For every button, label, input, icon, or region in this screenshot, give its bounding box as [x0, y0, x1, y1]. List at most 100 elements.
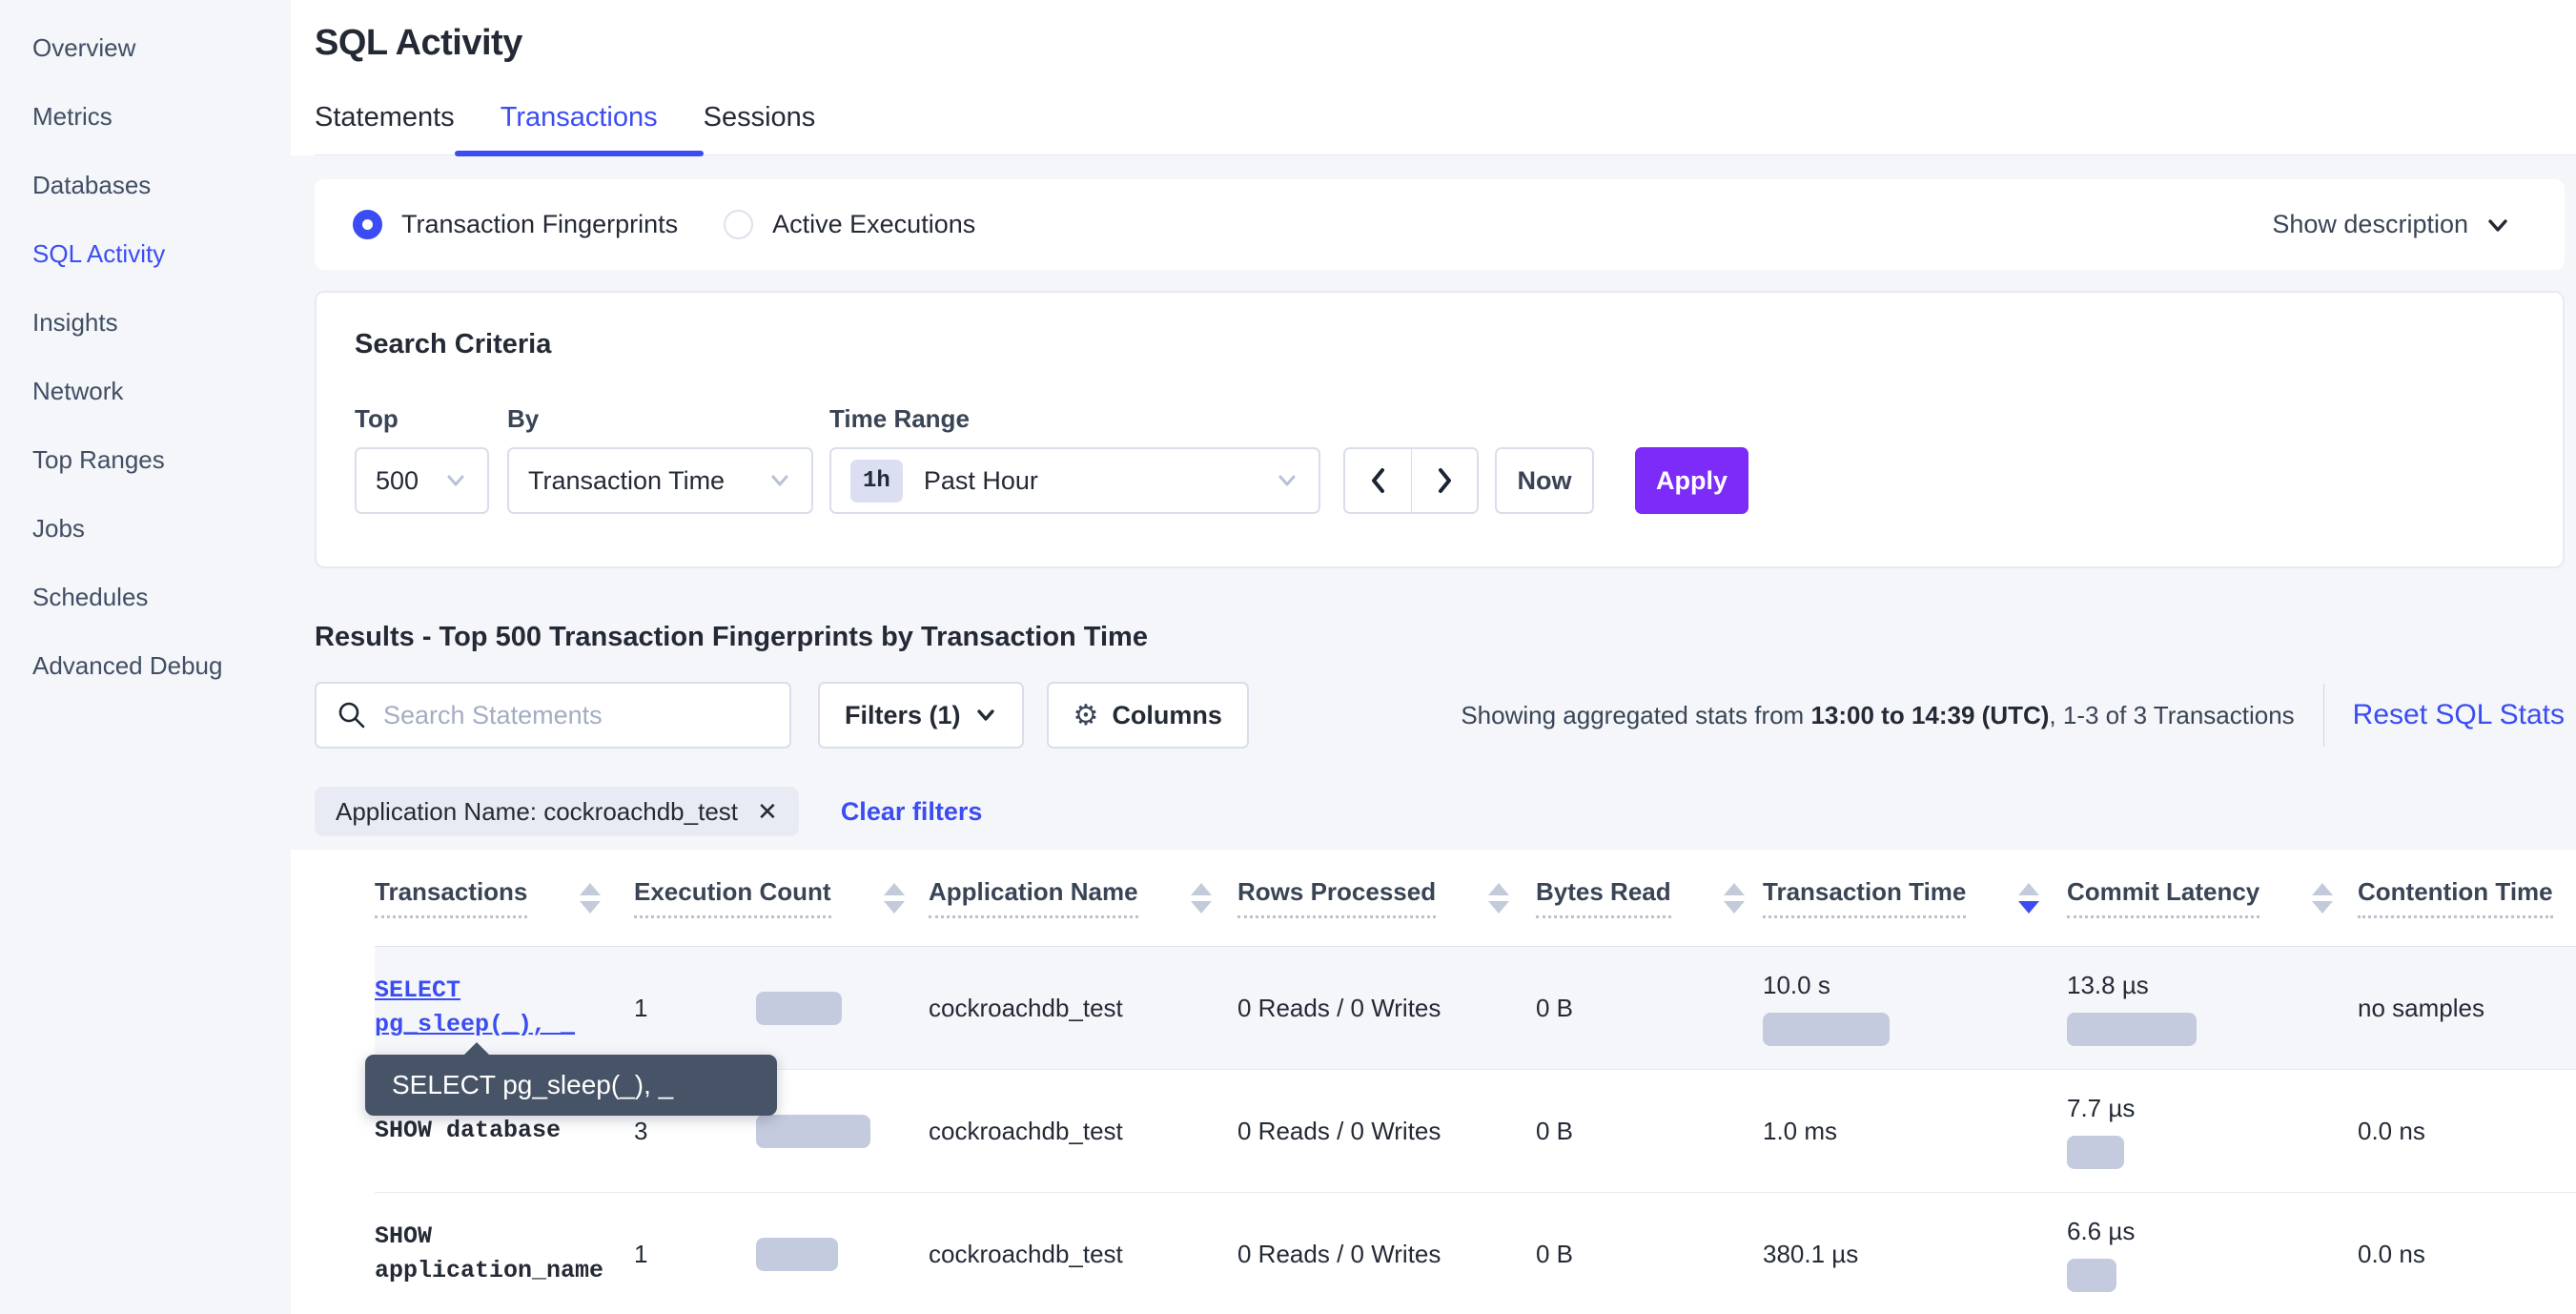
chevron-down-icon: [1275, 471, 1299, 490]
column-header-transaction-time[interactable]: Transaction Time: [1763, 877, 2067, 918]
application-name-cell: cockroachdb_test: [929, 1240, 1237, 1269]
sidebar-item-jobs[interactable]: Jobs: [0, 494, 291, 563]
column-label: Transactions: [375, 877, 527, 918]
tab-statements[interactable]: Statements: [315, 102, 478, 154]
clear-filters-link[interactable]: Clear filters: [841, 797, 983, 827]
column-label: Execution Count: [634, 877, 831, 918]
sidebar-item-advanced-debug[interactable]: Advanced Debug: [0, 631, 291, 700]
top-field: Top 500: [355, 404, 489, 514]
sidebar-item-insights[interactable]: Insights: [0, 288, 291, 357]
column-header-transactions[interactable]: Transactions: [375, 877, 634, 918]
radio-selected-icon[interactable]: [353, 210, 382, 239]
tab-transactions[interactable]: Transactions: [478, 102, 681, 154]
execution-count-bar: [756, 1115, 870, 1148]
transaction-text-line: SELECT: [375, 974, 575, 1008]
sidebar-item-schedules[interactable]: Schedules: [0, 563, 291, 631]
radio-unselected-icon[interactable]: [724, 210, 753, 239]
column-header-rows-processed[interactable]: Rows Processed: [1237, 877, 1536, 918]
previous-range-button[interactable]: [1345, 449, 1411, 512]
transaction-cell[interactable]: SHOW application_name: [375, 1220, 634, 1288]
time-range-label: Time Range: [829, 404, 1320, 434]
sidebar-item-overview[interactable]: Overview: [0, 13, 291, 82]
sort-icon[interactable]: [2312, 883, 2333, 914]
commit-latency-cell: 13.8 µs: [2067, 971, 2358, 1046]
bytes-read-cell: 0 B: [1536, 1240, 1763, 1269]
bytes-read-cell: 0 B: [1536, 1117, 1763, 1146]
transaction-time-cell: 10.0 s: [1763, 971, 2067, 1046]
column-header-commit-latency[interactable]: Commit Latency: [2067, 877, 2358, 918]
column-label: Commit Latency: [2067, 877, 2259, 918]
sort-icon[interactable]: [580, 883, 601, 914]
commit-latency-bar: [2067, 1259, 2116, 1292]
view-mode-bar: Transaction Fingerprints Active Executio…: [315, 179, 2565, 270]
column-label: Transaction Time: [1763, 877, 1966, 918]
sort-icon[interactable]: [1488, 883, 1509, 914]
tab-sessions[interactable]: Sessions: [681, 102, 839, 154]
execution-count-value: 1: [634, 994, 756, 1023]
transaction-time-value: 1.0 ms: [1763, 1117, 2067, 1146]
show-description-toggle[interactable]: Show description: [2272, 210, 2512, 239]
commit-latency-value: 7.7 µs: [2067, 1094, 2358, 1123]
transaction-cell[interactable]: SHOW database: [375, 1114, 634, 1148]
now-button[interactable]: Now: [1495, 447, 1594, 514]
columns-button[interactable]: ⚙ Columns: [1047, 682, 1249, 749]
filter-chip-application-name: Application Name: cockroachdb_test ✕: [315, 787, 799, 836]
search-criteria-fields: Top 500 By Transaction Time: [355, 404, 2563, 514]
table-row: SHOW application_name 1 cockroachdb_test…: [375, 1193, 2576, 1314]
sort-icon[interactable]: [1191, 883, 1212, 914]
chevron-down-icon: [443, 471, 468, 490]
chevron-down-icon: [767, 471, 792, 490]
bytes-read-cell: 0 B: [1536, 994, 1763, 1023]
commit-latency-cell: 7.7 µs: [2067, 1094, 2358, 1169]
column-header-bytes-read[interactable]: Bytes Read: [1536, 877, 1763, 918]
app-root: Overview Metrics Databases SQL Activity …: [0, 0, 2576, 1314]
execution-count-cell: 1: [634, 992, 929, 1025]
transaction-time-bar: [1763, 1013, 1890, 1046]
sidebar: Overview Metrics Databases SQL Activity …: [0, 0, 291, 1314]
search-statements-box: [315, 682, 791, 749]
radio-label: Transaction Fingerprints: [401, 210, 678, 239]
by-value: Transaction Time: [528, 466, 725, 496]
commit-latency-cell: 6.6 µs: [2067, 1217, 2358, 1292]
time-range-value: Past Hour: [924, 466, 1038, 496]
sidebar-item-metrics[interactable]: Metrics: [0, 82, 291, 151]
by-select[interactable]: Transaction Time: [507, 447, 813, 514]
transaction-fingerprint-link[interactable]: SELECT pg_sleep(_), _: [375, 974, 575, 1042]
contention-time-cell: 0.0 ns: [2358, 1117, 2576, 1146]
filters-button[interactable]: Filters (1): [818, 682, 1024, 749]
column-header-contention-time[interactable]: Contention Time: [2358, 877, 2576, 918]
column-header-application-name[interactable]: Application Name: [929, 877, 1237, 918]
time-range-select[interactable]: 1h Past Hour: [829, 447, 1320, 514]
stats-range: 13:00 to 14:39 (UTC): [1810, 701, 2049, 729]
sort-desc-icon[interactable]: [2018, 883, 2039, 914]
commit-latency-bar: [2067, 1013, 2197, 1046]
statement-tooltip: SELECT pg_sleep(_), _: [365, 1055, 777, 1116]
column-label: Bytes Read: [1536, 877, 1671, 918]
sidebar-item-sql-activity[interactable]: SQL Activity: [0, 219, 291, 288]
top-select[interactable]: 500: [355, 447, 489, 514]
search-statements-input[interactable]: [383, 701, 770, 730]
show-description-label: Show description: [2272, 210, 2468, 239]
execution-count-bar: [756, 992, 842, 1025]
sort-icon[interactable]: [1724, 883, 1745, 914]
radio-transaction-fingerprints[interactable]: Transaction Fingerprints: [353, 210, 678, 239]
sidebar-item-top-ranges[interactable]: Top Ranges: [0, 425, 291, 494]
sidebar-item-databases[interactable]: Databases: [0, 151, 291, 219]
next-range-button[interactable]: [1411, 449, 1477, 512]
close-icon[interactable]: ✕: [757, 797, 778, 827]
sort-icon[interactable]: [884, 883, 905, 914]
content-section: Transaction Fingerprints Active Executio…: [291, 155, 2576, 850]
column-header-execution-count[interactable]: Execution Count: [634, 877, 929, 918]
apply-button[interactable]: Apply: [1635, 447, 1748, 514]
rows-processed-cell: 0 Reads / 0 Writes: [1237, 1117, 1536, 1146]
radio-active-executions[interactable]: Active Executions: [724, 210, 975, 239]
reset-sql-stats-link[interactable]: Reset SQL Stats: [2353, 699, 2565, 731]
sidebar-item-network[interactable]: Network: [0, 357, 291, 425]
page-header: SQL Activity Statements Transactions Ses…: [291, 0, 2576, 155]
transaction-time-cell: 380.1 µs: [1763, 1240, 2067, 1269]
radio-label: Active Executions: [772, 210, 975, 239]
execution-count-cell: 3: [634, 1115, 929, 1148]
application-name-cell: cockroachdb_test: [929, 994, 1237, 1023]
chevron-down-icon: [974, 707, 997, 724]
filter-chips-row: Application Name: cockroachdb_test ✕ Cle…: [315, 787, 2565, 836]
